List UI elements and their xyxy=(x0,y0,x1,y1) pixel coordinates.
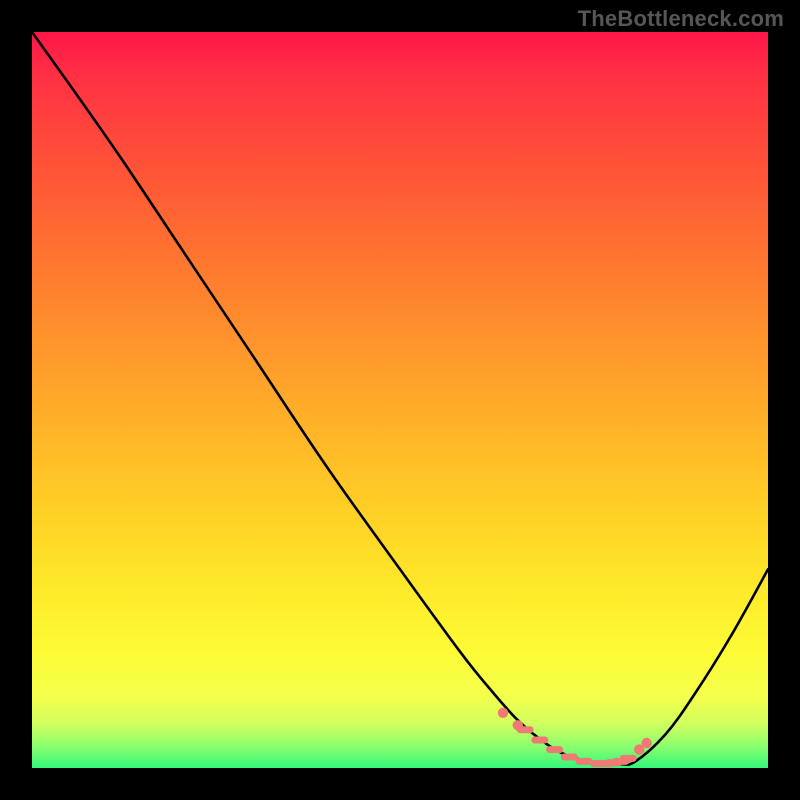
flat-region-markers xyxy=(498,708,652,764)
plot-area xyxy=(32,32,768,768)
curve-layer xyxy=(32,32,768,768)
bottleneck-curve xyxy=(32,32,768,765)
marker-dot xyxy=(498,708,508,718)
watermark-text: TheBottleneck.com xyxy=(578,6,784,32)
marker-dot xyxy=(641,738,651,748)
chart-stage: TheBottleneck.com xyxy=(0,0,800,800)
